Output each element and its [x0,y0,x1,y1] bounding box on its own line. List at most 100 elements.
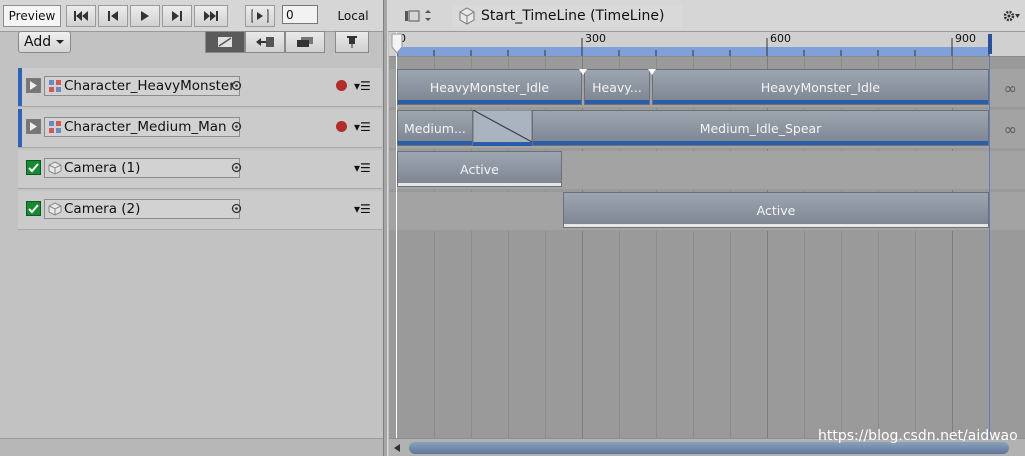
scroll-left-icon[interactable] [393,443,401,453]
track-collapse-toggle[interactable] [26,119,41,134]
ruler-ticks [396,34,992,56]
target-picker-icon[interactable] [231,80,242,91]
next-frame-button[interactable] [162,5,192,27]
ripple-mode-button[interactable] [245,31,285,53]
track-menu-icon[interactable]: ▾☰ [354,120,371,134]
clip-bottom-line [564,224,988,227]
record-icon[interactable] [336,80,347,91]
track-binding-field[interactable]: Camera (2) [44,199,240,219]
mix-mode-icon [218,37,232,47]
track-header[interactable]: Camera (2) ▾☰ [18,191,382,230]
clip-blend-bar [585,100,649,104]
playhead[interactable] [396,32,397,438]
track-menu-icon[interactable]: ▾☰ [354,79,371,93]
target-picker-icon[interactable] [231,121,242,132]
play-button[interactable] [130,5,160,27]
clip-label: HeavyMonster_Idle [429,79,550,95]
add-track-label: Add [24,34,52,50]
track-header[interactable]: Character_HeavyMonster ▾☰ [18,68,382,107]
clip-bottom-line [398,183,561,186]
sequence-selector-button[interactable] [400,5,436,27]
track-active-checkbox[interactable] [26,160,41,175]
animation-clip[interactable]: Medium... [397,110,473,146]
current-frame-field[interactable]: 0 [282,5,318,24]
track-lane[interactable]: HeavyMonster_Idle Heavy... HeavyMonster_… [389,69,1025,108]
play-range-button[interactable] [245,5,275,27]
track-collapse-toggle[interactable] [26,78,41,93]
clip-blend-bar [653,100,988,104]
track-menu-icon[interactable]: ▾☰ [354,161,371,175]
gear-icon [1003,10,1020,22]
track-binding-field[interactable]: Character_HeavyMonster [44,76,240,96]
track-name: Character_Medium_Man [64,119,227,135]
infinite-clip-icon: ∞ [1003,120,1017,139]
record-icon[interactable] [336,121,347,132]
preview-button[interactable]: Preview [3,5,61,27]
infinite-clip-icon: ∞ [1003,79,1017,98]
previous-frame-icon [108,11,118,21]
animation-clip[interactable]: HeavyMonster_Idle [652,69,989,105]
pin-button[interactable] [335,31,369,53]
timeline-selector-icon [405,10,431,22]
breadcrumb[interactable]: Start_TimeLine (TimeLine) [452,5,682,27]
playhead-handle[interactable] [391,33,403,55]
replace-mode-icon [297,37,313,47]
go-to-end-icon [204,11,218,21]
play-icon [141,11,149,21]
checkmark-icon [28,163,39,173]
clip-label: Medium... [404,120,466,136]
animation-clip[interactable]: HeavyMonster_Idle [397,69,582,105]
activation-clip[interactable]: Active [563,192,989,228]
clip-blend-bar [398,100,581,104]
target-picker-icon[interactable] [231,162,242,173]
clip-label: HeavyMonster_Idle [760,79,881,95]
animator-icon [49,121,61,133]
panel-splitter[interactable] [383,0,388,456]
add-track-button[interactable]: Add [18,31,71,53]
track-lane[interactable]: Medium... Medium_Idle_Spear ∞ [389,110,1025,149]
settings-button[interactable] [1000,5,1024,27]
blend-region[interactable] [473,110,532,146]
go-to-end-button[interactable] [194,5,228,27]
timeline-toolbar: Preview 0 Local Start_TimeLine (TimeLine… [0,0,1025,32]
gameobject-icon [48,161,62,175]
clip-transition-marker [648,69,656,75]
go-to-start-button[interactable] [66,5,96,27]
pin-icon [347,36,357,48]
animation-clip[interactable]: Heavy... [584,69,650,105]
track-header[interactable]: Camera (1) ▾☰ [18,150,382,189]
checkmark-icon [28,204,39,214]
track-name: Character_HeavyMonster [64,78,235,94]
chevron-down-icon [56,40,65,44]
mix-mode-button[interactable] [205,31,245,53]
clip-label: Medium_Idle_Spear [699,120,822,136]
track-header[interactable]: Character_Medium_Man ▾☰ [18,109,382,148]
track-name: Camera (2) [64,201,141,217]
animator-icon [49,80,61,92]
local-time-button[interactable]: Local [326,5,380,27]
cube-icon [459,7,475,25]
track-active-checkbox[interactable] [26,201,41,216]
ripple-mode-icon [256,37,274,47]
clip-label: Heavy... [592,79,642,95]
time-ruler[interactable]: 0 300 600 900 [389,32,1025,57]
activation-clip[interactable]: Active [397,151,562,187]
previous-frame-button[interactable] [98,5,128,27]
track-color-stripe [18,68,22,106]
clip-label: Active [756,202,796,218]
track-binding-field[interactable]: Character_Medium_Man [44,117,240,137]
clip-blend-bar [398,141,472,145]
target-picker-icon[interactable] [231,203,242,214]
track-list-panel: Character_HeavyMonster ▾☰ Character_Medi… [0,55,383,456]
track-lane[interactable]: Active [389,192,1025,231]
edit-mode-group [205,31,325,53]
play-icon [30,81,37,90]
breadcrumb-label: Start_TimeLine (TimeLine) [481,8,665,24]
track-menu-icon[interactable]: ▾☰ [354,202,371,216]
replace-mode-button[interactable] [285,31,325,53]
animation-clip[interactable]: Medium_Idle_Spear [532,110,989,146]
track-lane[interactable]: Active [389,151,1025,190]
left-panel-footer [0,438,383,456]
track-binding-field[interactable]: Camera (1) [44,158,240,178]
timeline-area[interactable]: 0 300 600 900 HeavyMonster_Idle Heavy... [389,32,1025,438]
